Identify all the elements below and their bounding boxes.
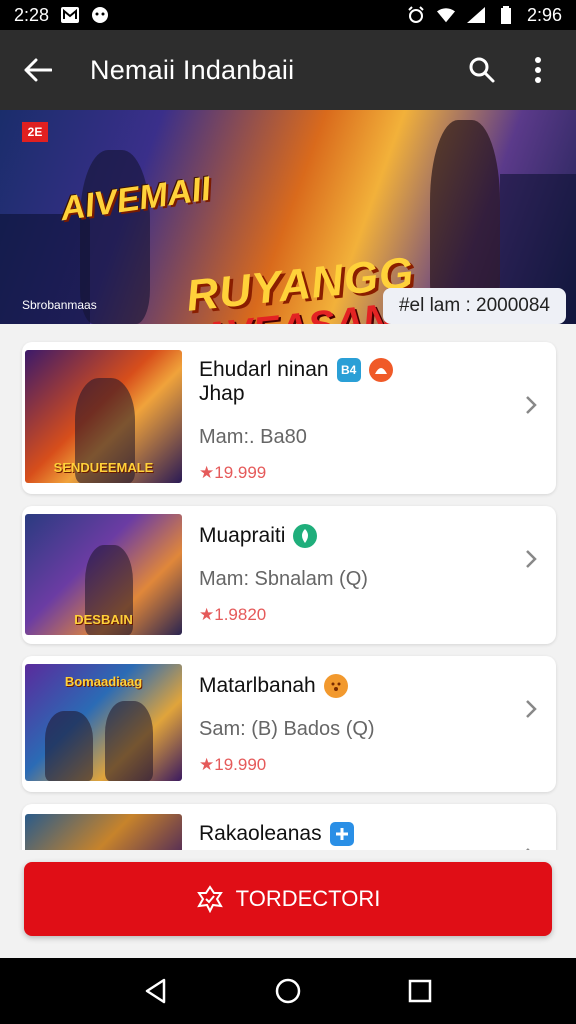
list-item[interactable]: Bomaadiaag Matarlbanah Sam: (B) Bados (Q… [22, 656, 556, 792]
banner-id-pill: #el lam : 2000084 [382, 288, 566, 324]
game-name: Ehudarl ninan B4 [199, 358, 506, 382]
game-name: Matarlbanah [199, 674, 506, 698]
primary-action-button[interactable]: TORDECTORI [24, 862, 552, 936]
list-item[interactable]: DESBAIN Muapraiti Mam: Sbnalam (Q) ★1.98… [22, 506, 556, 644]
game-info: Ehudarl ninan B4 Jhap Mam:. Ba80 ★19.999 [199, 358, 506, 483]
list-item[interactable]: SENDUEEMALE Ehudarl ninan B4 Jhap Mam:. … [22, 342, 556, 494]
game-badge: B4 [336, 358, 361, 382]
page-title: Nemaii Indanbaii [90, 54, 295, 85]
game-name: Muapraiti [199, 524, 506, 548]
status-bar: 2:28 2:96 [0, 0, 576, 30]
status-time-right: 2:96 [526, 4, 562, 25]
game-rating: ★1.9820 [199, 605, 267, 624]
status-left: 2:28 [14, 5, 109, 26]
square-recents-icon [408, 979, 432, 1003]
game-badge-icon [368, 358, 393, 382]
thumb-caption: SENDUEEMALE [53, 460, 154, 475]
game-info: Rakaoleanas [199, 822, 506, 846]
status-right: 2:96 [407, 5, 562, 26]
alarm-icon [407, 6, 425, 24]
banner-logo: 2E [22, 122, 48, 142]
arrow-left-icon [24, 58, 52, 82]
nav-recents-button[interactable] [398, 969, 442, 1013]
chat-icon [91, 6, 109, 24]
banner-caption: Sbrobanmaas [22, 298, 97, 312]
thumb-figure [105, 701, 153, 781]
game-thumbnail: DESBAIN [25, 514, 182, 635]
chevron-right-icon [520, 698, 542, 720]
emoji-face-icon [323, 674, 348, 698]
status-time: 2:28 [14, 4, 50, 25]
nav-home-button[interactable] [266, 969, 310, 1013]
thumb-figure [45, 711, 93, 781]
search-button[interactable] [460, 48, 504, 92]
game-name-line2: Jhap [199, 382, 245, 405]
more-options-button[interactable] [516, 48, 560, 92]
game-info: Matarlbanah Sam: (B) Bados (Q) ★19.990 [199, 674, 506, 775]
game-meta: Mam:. Ba80 [199, 426, 307, 448]
signal-icon [466, 6, 485, 24]
nav-back-button[interactable] [134, 969, 178, 1013]
triangle-back-icon [145, 978, 166, 1004]
game-meta: Sam: (B) Bados (Q) [199, 718, 375, 740]
game-rating: ★19.999 [199, 463, 267, 482]
more-vertical-icon [535, 57, 541, 83]
thumb-caption: Bomaadiaag [64, 674, 143, 689]
game-name-text: Matarlbanah [199, 674, 316, 697]
game-name-text: Ehudarl ninan [199, 358, 329, 381]
game-badge-icon [293, 524, 318, 548]
game-meta: Mam: Sbnalam (Q) [199, 568, 368, 590]
game-thumbnail: Bomaadiaag [25, 664, 182, 781]
game-thumbnail: SENDUEEMALE [25, 350, 182, 483]
notification-icon [61, 6, 80, 24]
game-name-text: Muapraiti [199, 524, 286, 547]
chevron-right-icon [520, 548, 542, 570]
wifi-icon [436, 6, 455, 24]
game-info: Muapraiti Mam: Sbnalam (Q) ★1.9820 [199, 524, 506, 625]
thumb-caption: DESBAIN [74, 612, 133, 627]
chevron-right-icon [520, 394, 542, 416]
badge-star-icon [196, 885, 223, 913]
circle-home-icon [275, 978, 301, 1004]
search-icon [469, 57, 495, 83]
featured-banner[interactable]: 2E AIVEMAII RUYANGG AVEASAN Sbrobanmaas … [0, 110, 576, 324]
game-rating: ★19.990 [199, 755, 267, 774]
app-bar: Nemaii Indanbaii [0, 30, 576, 110]
battery-icon [497, 6, 515, 24]
game-name-text: Rakaoleanas [199, 822, 322, 845]
system-nav-bar [0, 958, 576, 1024]
game-name: Rakaoleanas [199, 822, 506, 846]
primary-action-label: TORDECTORI [235, 886, 381, 911]
back-button[interactable] [16, 48, 60, 92]
plus-badge-icon [329, 822, 354, 846]
